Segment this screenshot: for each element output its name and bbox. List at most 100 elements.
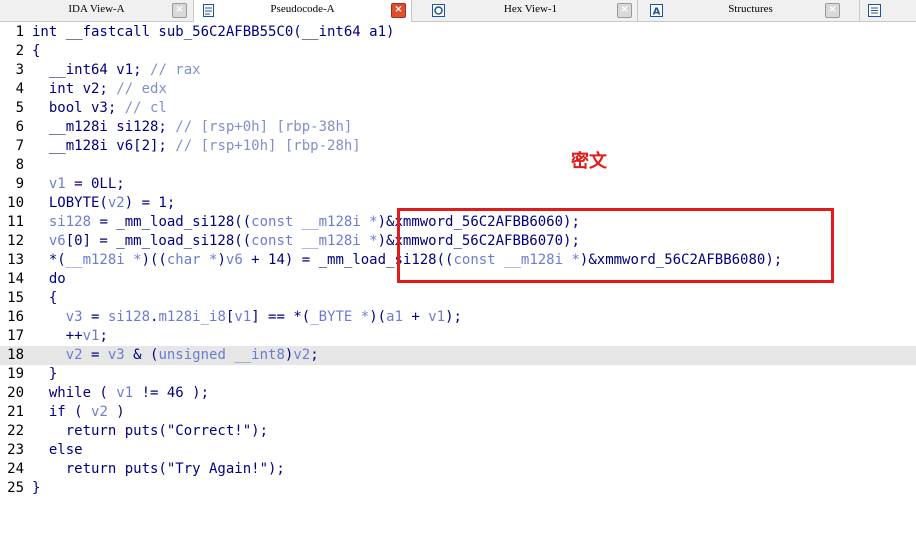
code-comment: // [rsp+0h] [rbp-38h] — [175, 119, 353, 135]
code-token: while ( — [32, 385, 117, 401]
code-token: int __fastcall sub_56C2AFBB55C0(__int64 … — [32, 24, 395, 40]
code-token: ; — [310, 347, 319, 363]
code-line[interactable]: 25} — [0, 479, 916, 498]
code-text[interactable]: ++v1; — [32, 327, 108, 346]
line-number: 7 — [15, 138, 24, 154]
code-line[interactable]: 2{ — [0, 42, 916, 61]
code-text[interactable]: while ( v1 != 46 ); — [32, 384, 209, 403]
close-icon[interactable]: × — [172, 3, 187, 18]
code-text[interactable]: v2 = v3 & (unsigned __int8)v2; — [32, 346, 319, 365]
code-token: LOBYTE( — [32, 195, 108, 211]
code-text[interactable]: v3 = si128.m128i_i8[v1] == *(_BYTE *)(a1… — [32, 308, 462, 327]
code-token: )(( — [141, 252, 167, 268]
code-identifier: __m128i * — [65, 252, 142, 268]
code-line[interactable]: 16 v3 = si128.m128i_i8[v1] == *(_BYTE *)… — [0, 308, 916, 327]
code-token: != 46 ); — [133, 385, 210, 401]
code-token: { — [32, 290, 58, 306]
code-token: } — [32, 366, 58, 382]
code-token: ) — [217, 252, 226, 268]
code-identifier: m128i_i8 — [158, 309, 226, 325]
code-line[interactable]: 9 v1 = 0LL; — [0, 175, 916, 194]
tab-enums[interactable] — [860, 0, 916, 21]
code-line[interactable]: 7 __m128i v6[2]; // [rsp+10h] [rbp-28h] — [0, 137, 916, 156]
line-number: 19 — [7, 366, 24, 382]
code-line[interactable]: 6 __m128i si128; // [rsp+0h] [rbp-38h] — [0, 118, 916, 137]
code-line[interactable]: 22 return puts("Correct!"); — [0, 422, 916, 441]
tab-ida-view[interactable]: IDA View-A × — [0, 0, 194, 21]
code-token: ++ — [32, 328, 83, 344]
line-number: 6 — [15, 119, 24, 135]
code-identifier: v2 — [293, 347, 311, 363]
code-text[interactable]: __m128i v6[2]; // [rsp+10h] [rbp-28h] — [32, 137, 361, 156]
code-text[interactable]: int v2; // edx — [32, 80, 167, 99]
code-line[interactable]: 8 — [0, 156, 916, 175]
code-token: )( — [369, 309, 387, 325]
code-text[interactable]: return puts("Correct!"); — [32, 422, 268, 441]
code-token: { — [32, 43, 41, 59]
code-text[interactable]: } — [32, 479, 40, 498]
code-token: = — [82, 309, 108, 325]
code-text[interactable]: { — [32, 289, 57, 308]
line-number: 15 — [7, 290, 24, 306]
code-text[interactable]: else — [32, 441, 83, 460]
code-line[interactable]: 1 int __fastcall sub_56C2AFBB55C0(__int64… — [0, 23, 916, 42]
code-text[interactable]: __int64 v1; // rax — [32, 61, 201, 80]
code-identifier: v3 — [65, 309, 83, 325]
code-line[interactable]: 24 return puts("Try Again!"); — [0, 460, 916, 479]
code-token: __int64 v1; — [32, 62, 151, 78]
line-number: 21 — [7, 404, 24, 420]
code-line[interactable]: 15 { — [0, 289, 916, 308]
code-token: do — [32, 271, 66, 287]
code-text[interactable]: } — [32, 365, 57, 384]
line-number: 9 — [15, 176, 24, 192]
tab-hex-view[interactable]: Hex View-1 × — [424, 0, 638, 21]
code-line[interactable]: 5 bool v3; // cl — [0, 99, 916, 118]
line-number: 17 — [7, 328, 24, 344]
code-text[interactable]: __m128i si128; // [rsp+0h] [rbp-38h] — [32, 118, 352, 137]
code-token: else — [32, 442, 83, 458]
code-text[interactable]: bool v3; // cl — [32, 99, 167, 118]
close-icon[interactable]: × — [825, 3, 840, 18]
code-text[interactable]: int __fastcall sub_56C2AFBB55C0(__int64 … — [32, 23, 394, 42]
code-identifier: char * — [166, 252, 218, 268]
line-number: 14 — [7, 271, 24, 287]
close-icon[interactable]: × — [391, 3, 406, 18]
code-identifier: v1 — [116, 385, 134, 401]
code-identifier: v1 — [48, 176, 66, 192]
code-identifier: v6 — [48, 233, 66, 249]
code-comment: // edx — [116, 81, 167, 97]
code-line[interactable]: 18 v2 = v3 & (unsigned __int8)v2; — [0, 346, 916, 365]
tab-structures[interactable]: A Structures × — [642, 0, 860, 21]
line-number: 2 — [15, 43, 24, 59]
tab-pseudocode[interactable]: Pseudocode-A × — [194, 0, 412, 22]
code-text[interactable]: return puts("Try Again!"); — [32, 460, 285, 479]
tab-label: Pseudocode-A — [270, 3, 335, 15]
code-identifier: const __m128i * — [251, 214, 378, 230]
code-text[interactable]: do — [32, 270, 66, 289]
code-text[interactable]: if ( v2 ) — [32, 403, 125, 422]
code-identifier: v1 — [234, 309, 252, 325]
code-identifier: si128 — [48, 214, 92, 230]
code-identifier: v3 — [107, 347, 125, 363]
line-number: 3 — [15, 62, 24, 78]
code-identifier: v2 — [107, 195, 125, 211]
code-comment: // cl — [124, 100, 167, 116]
code-line[interactable]: 23 else — [0, 441, 916, 460]
close-icon[interactable]: × — [617, 3, 632, 18]
code-token: bool v3; — [32, 100, 125, 116]
code-line[interactable]: 17 ++v1; — [0, 327, 916, 346]
line-number: 5 — [15, 100, 24, 116]
code-line[interactable]: 20 while ( v1 != 46 ); — [0, 384, 916, 403]
code-line[interactable]: 3 __int64 v1; // rax — [0, 61, 916, 80]
code-text[interactable]: { — [32, 42, 40, 61]
line-number: 25 — [7, 480, 24, 496]
tab-label: IDA View-A — [68, 3, 125, 15]
code-line[interactable]: 4 int v2; // edx — [0, 80, 916, 99]
code-text[interactable]: v1 = 0LL; — [32, 175, 125, 194]
code-line[interactable]: 19 } — [0, 365, 916, 384]
code-line[interactable]: 21 if ( v2 ) — [0, 403, 916, 422]
code-text[interactable]: LOBYTE(v2) = 1; — [32, 194, 175, 213]
code-token: & ( — [124, 347, 159, 363]
